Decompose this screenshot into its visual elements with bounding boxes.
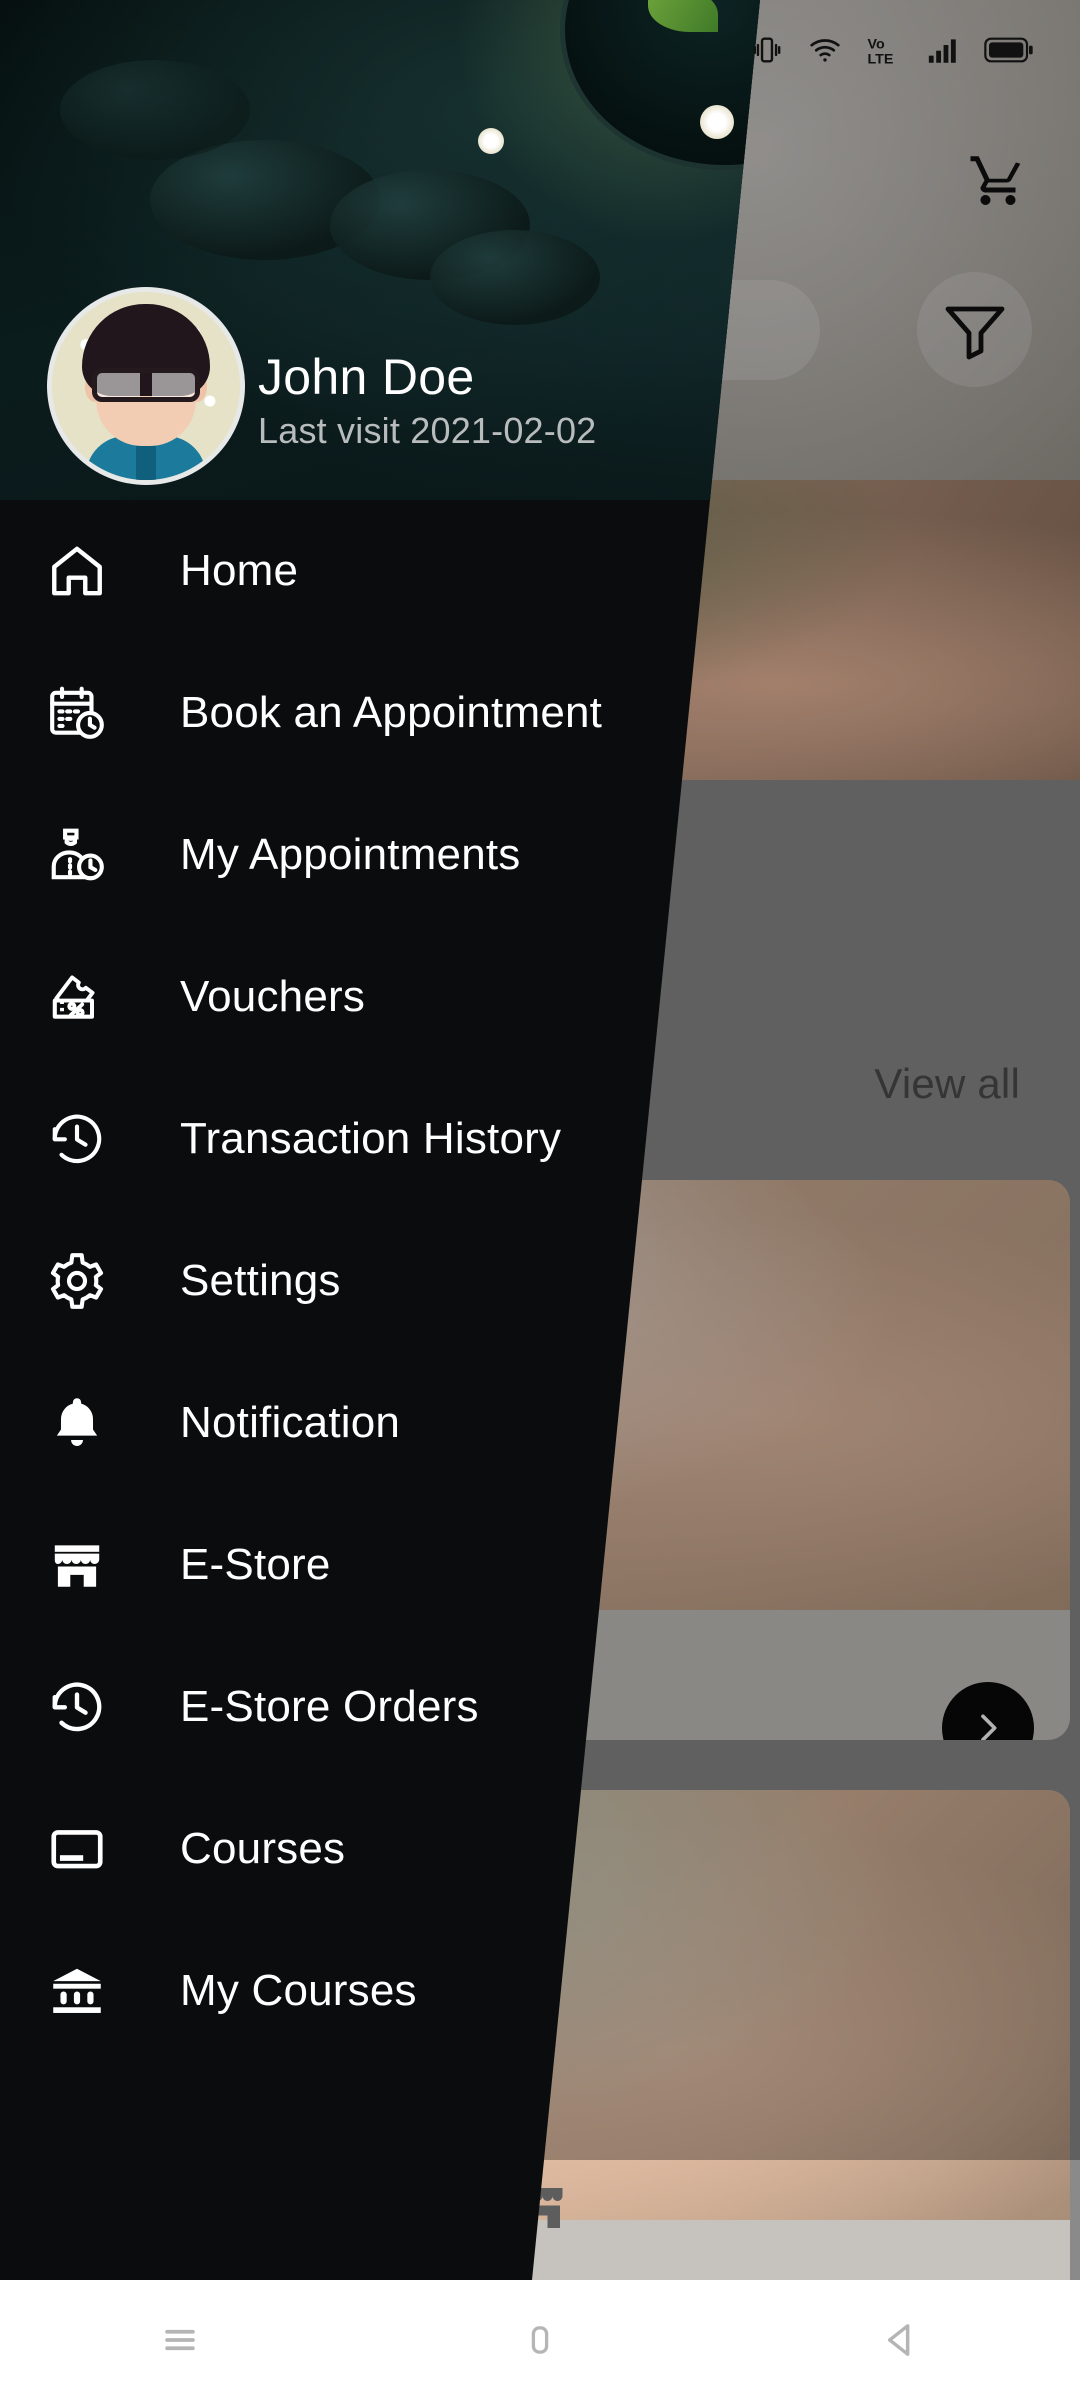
courses-card-icon: [40, 1812, 114, 1886]
sidebar-item-label: Notification: [180, 1398, 401, 1447]
volte-icon: Vo LTE: [866, 32, 902, 68]
sidebar-item-label: E-Store: [180, 1540, 331, 1589]
bell-icon: [40, 1386, 114, 1460]
sidebar-item-label: Vouchers: [180, 972, 366, 1021]
sidebar-item-label: Book an Appointment: [180, 688, 603, 737]
android-navigation-bar: [0, 2280, 1080, 2400]
wifi-icon: [806, 33, 844, 67]
battery-icon: [984, 35, 1034, 65]
profile-name: John Doe: [258, 349, 475, 405]
bank-columns-icon: [40, 1954, 114, 2028]
volte-bottom-text: LTE: [868, 52, 894, 68]
person-clock-icon: [40, 818, 114, 892]
voucher-percent-icon: [40, 960, 114, 1034]
sidebar-item-label: My Courses: [180, 1966, 417, 2015]
avatar[interactable]: [52, 292, 240, 480]
avatar-collar: [136, 440, 156, 480]
sidebar-item-label: E-Store Orders: [180, 1682, 479, 1731]
storefront-icon: [40, 1528, 114, 1602]
sidebar-item-label: My Appointments: [180, 830, 521, 879]
history-clock-icon: [40, 1102, 114, 1176]
flower-decor: [478, 128, 504, 154]
signal-bars-icon: [924, 33, 962, 67]
sidebar-item-label: Home: [180, 546, 299, 595]
stone-decor: [430, 230, 600, 325]
home-pill-icon[interactable]: [480, 2280, 600, 2400]
vibrate-icon: [750, 33, 784, 67]
profile-last-visit: Last visit 2021-02-02: [258, 410, 597, 451]
calendar-clock-icon: [40, 676, 114, 750]
back-triangle-icon[interactable]: [840, 2280, 960, 2400]
avatar-glasses: [92, 368, 200, 402]
status-bar: Vo LTE: [520, 0, 1080, 100]
phone-screen: View all r a eatment air spa: [0, 0, 1080, 2400]
volte-top-text: Vo: [868, 37, 885, 53]
sidebar-item-label: Courses: [180, 1824, 346, 1873]
gear-icon: [40, 1244, 114, 1318]
sidebar-item-label: Transaction History: [180, 1114, 562, 1163]
stone-decor: [60, 60, 250, 160]
home-icon: [40, 534, 114, 608]
flower-decor: [700, 105, 734, 139]
sidebar-item-label: Settings: [180, 1256, 341, 1305]
recents-icon[interactable]: [120, 2280, 240, 2400]
history-clock-icon: [40, 1670, 114, 1744]
